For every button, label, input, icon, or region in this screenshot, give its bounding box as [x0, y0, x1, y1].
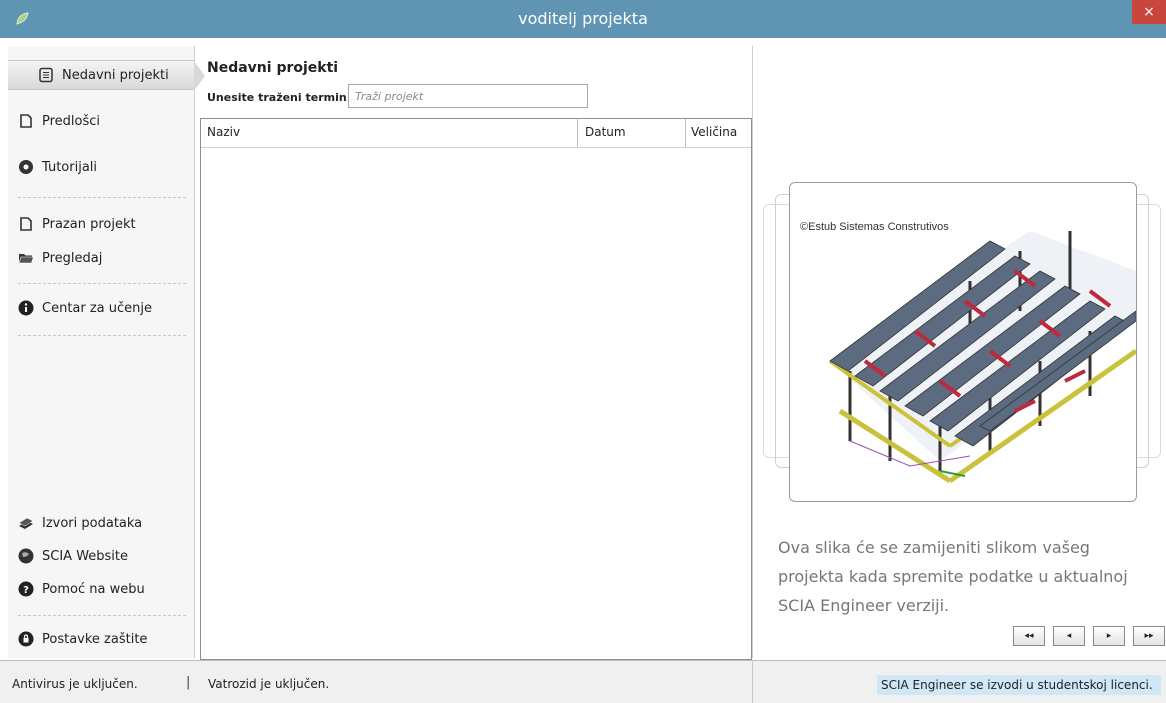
help-icon: ? [18, 581, 34, 597]
sidebar-item-scia-website[interactable]: SCIA Website [18, 541, 128, 571]
sidebar-divider [18, 615, 186, 616]
table-header: Naziv Datum Veličina [201, 119, 751, 148]
sidebar-item-label: Predlošci [42, 113, 101, 129]
projects-table: Naziv Datum Veličina [200, 118, 752, 660]
recent-projects-panel: Nedavni projekti Unesite traženi termin:… [200, 46, 752, 660]
folder-icon [18, 254, 34, 264]
close-button[interactable]: × [1132, 0, 1166, 24]
status-separator: | [186, 675, 191, 690]
sidebar: Nedavni projekti Predlošci Tutorijali Pr… [8, 46, 205, 658]
svg-text:?: ? [23, 585, 29, 596]
structure-preview-image [828, 231, 1136, 484]
column-header-size[interactable]: Veličina [691, 125, 749, 139]
sidebar-item-label: SCIA Website [42, 548, 129, 564]
sidebar-item-data-sources[interactable]: Izvori podataka [18, 508, 142, 538]
preview-panel: ©Estub Sistemas Construtivos Ova slika ć… [752, 46, 1166, 658]
search-label: Unesite traženi termin: [207, 91, 352, 104]
sidebar-item-label: Pregledaj [42, 250, 103, 266]
search-input[interactable] [348, 84, 588, 108]
status-divider [752, 661, 753, 703]
window-title: voditelj projekta [518, 9, 648, 28]
sidebar-item-templates[interactable]: Predlošci [18, 106, 100, 136]
column-divider[interactable] [685, 119, 686, 147]
sidebar-divider [18, 335, 186, 336]
column-divider[interactable] [577, 119, 578, 147]
sidebar-item-learning-center[interactable]: Centar za učenje [18, 293, 152, 323]
sidebar-item-label: Nedavni projekti [62, 67, 169, 83]
column-header-date[interactable]: Datum [585, 125, 626, 139]
recent-list-icon [39, 67, 53, 83]
info-icon [18, 300, 34, 316]
sidebar-item-empty-project[interactable]: Prazan projekt [18, 209, 136, 239]
sidebar-item-label: Tutorijali [42, 159, 98, 175]
page-title: Nedavni projekti [207, 60, 339, 76]
preview-navigation: ◂◂ ◂ ▸ ▸▸ [1013, 626, 1165, 646]
sidebar-item-browse[interactable]: Pregledaj [18, 243, 102, 273]
license-status: SCIA Engineer se izvodi u studentskoj li… [877, 675, 1161, 695]
preview-caption: Ova slika će se zamijeniti slikom vašeg … [778, 538, 1128, 615]
new-document-icon [20, 217, 32, 231]
sidebar-item-web-help[interactable]: ? Pomoć na webu [18, 574, 145, 604]
antivirus-status: Antivirus je uključen. [12, 677, 138, 691]
sidebar-item-label: Pomoć na webu [42, 581, 145, 597]
tutorial-disc-icon [19, 160, 33, 174]
sidebar-item-label: Centar za učenje [42, 300, 153, 316]
sidebar-item-protection-settings[interactable]: Postavke zaštite [18, 624, 147, 654]
column-header-name[interactable]: Naziv [207, 125, 240, 139]
sidebar-item-recent-projects[interactable]: Nedavni projekti [8, 60, 205, 91]
firewall-status: Vatrozid je uključen. [208, 677, 330, 691]
previous-image-button[interactable]: ◂ [1053, 626, 1085, 646]
first-image-button[interactable]: ◂◂ [1013, 626, 1045, 646]
sidebar-item-tutorials[interactable]: Tutorijali [18, 152, 97, 182]
title-bar: voditelj projekta × [0, 0, 1166, 38]
sidebar-divider [18, 283, 186, 284]
sidebar-item-label: Prazan projekt [42, 216, 136, 232]
project-preview: ©Estub Sistemas Construtivos [789, 182, 1137, 502]
sidebar-divider [18, 197, 186, 198]
document-icon [20, 114, 32, 128]
last-image-button[interactable]: ▸▸ [1133, 626, 1165, 646]
protection-icon [18, 631, 34, 647]
books-icon [18, 517, 34, 529]
sidebar-item-label: Postavke zaštite [42, 631, 148, 647]
status-bar: Antivirus je uključen. | Vatrozid je ukl… [0, 660, 1166, 703]
globe-icon [18, 548, 34, 564]
next-image-button[interactable]: ▸ [1093, 626, 1125, 646]
sidebar-item-label: Izvori podataka [42, 515, 143, 531]
